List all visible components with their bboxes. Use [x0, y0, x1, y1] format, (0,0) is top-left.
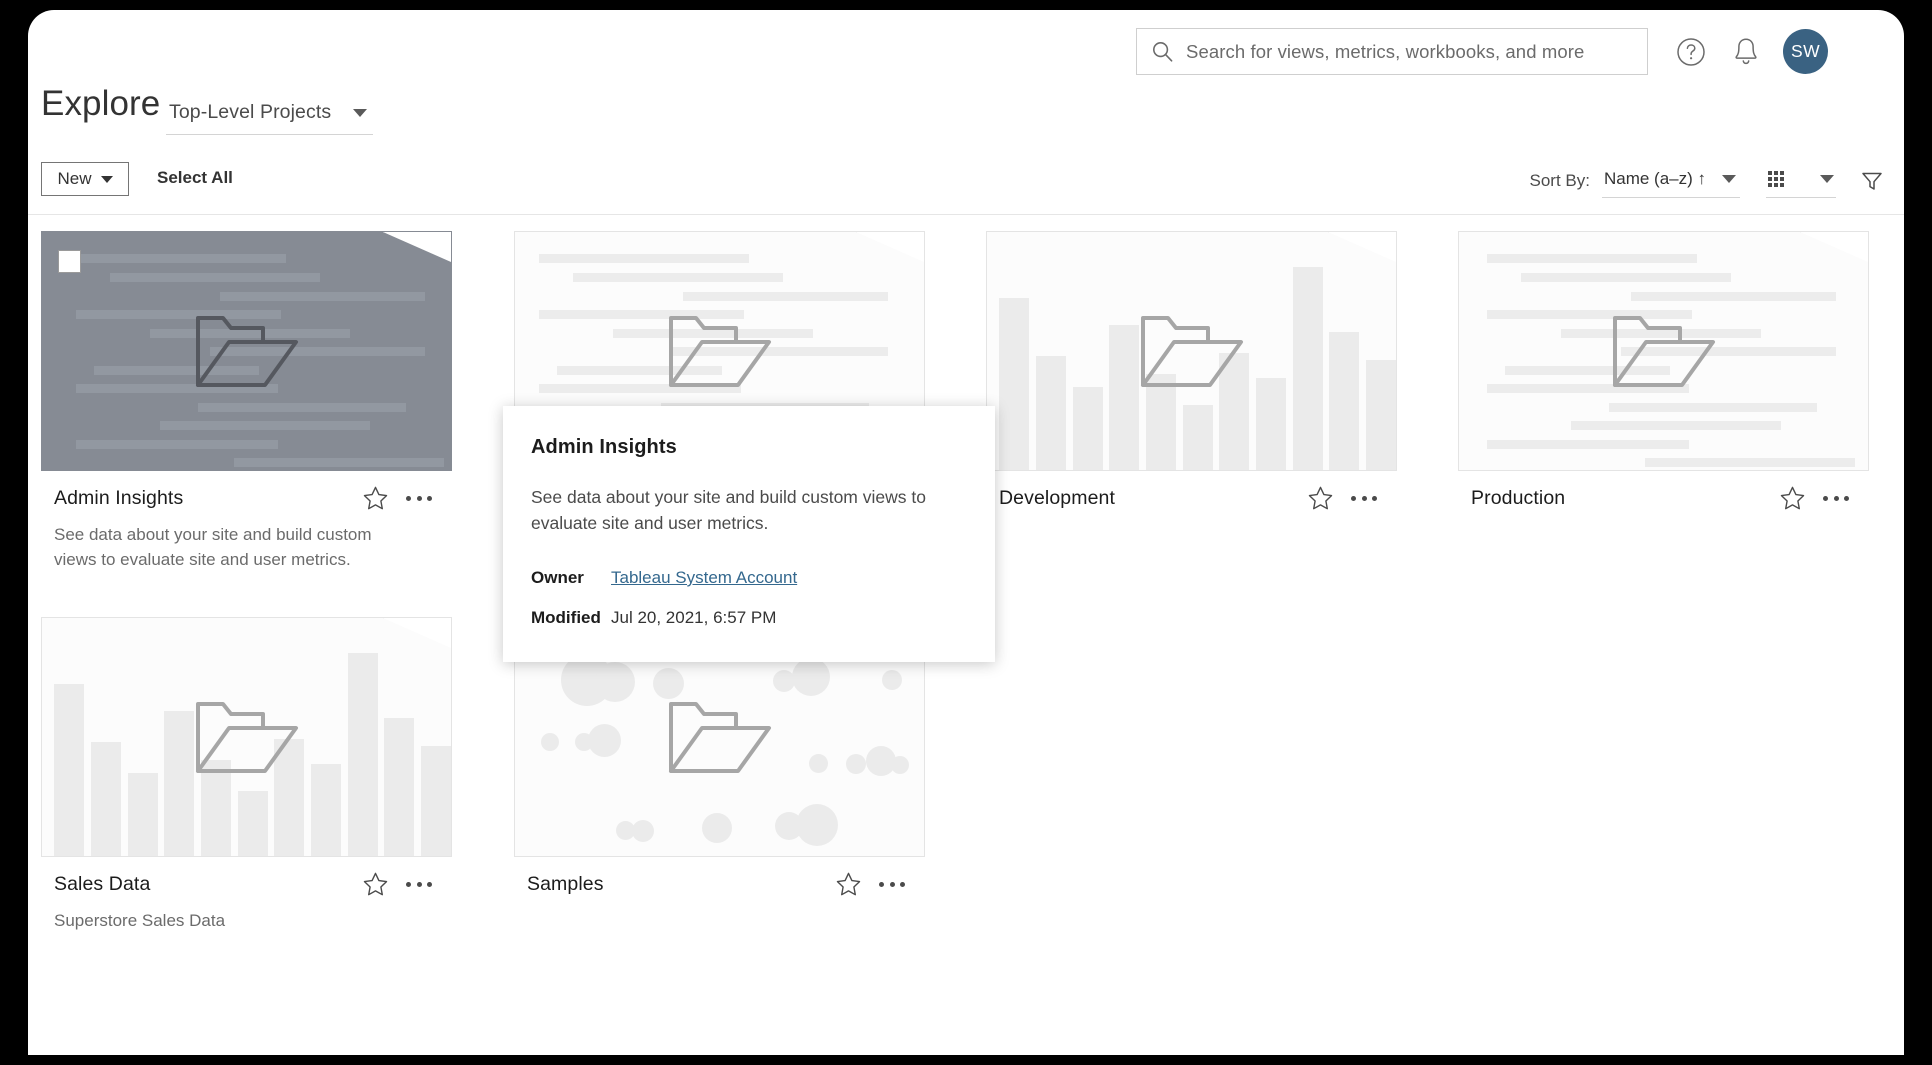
popover-owner-link[interactable]: Tableau System Account — [611, 568, 797, 588]
card-thumbnail[interactable] — [41, 231, 452, 471]
project-card-development[interactable]: Development — [986, 231, 1397, 589]
popover-modified-label: Modified — [531, 608, 601, 627]
project-card-samples[interactable]: Samples — [514, 617, 925, 975]
card-select-checkbox[interactable] — [58, 250, 81, 273]
project-scope-dropdown[interactable]: Top-Level Projects — [166, 97, 374, 135]
project-scope-label: Top-Level Projects — [169, 101, 332, 123]
new-button[interactable]: New — [41, 162, 129, 196]
card-thumbnail[interactable] — [41, 617, 452, 857]
page-header: Explore Top-Level Projects — [28, 84, 1904, 156]
chevron-down-icon — [1722, 174, 1736, 183]
card-title[interactable]: Development — [999, 487, 1115, 510]
favorite-star-icon[interactable] — [1779, 485, 1806, 512]
card-title[interactable]: Samples — [527, 873, 604, 896]
view-mode-dropdown[interactable] — [1766, 165, 1836, 198]
favorite-star-icon[interactable] — [362, 871, 389, 898]
card-title[interactable]: Production — [1471, 487, 1565, 510]
card-title[interactable]: Sales Data — [54, 873, 150, 896]
favorite-star-icon[interactable] — [835, 871, 862, 898]
sort-by-value: Name (a–z) ↑ — [1603, 168, 1706, 188]
browser-window: Search for views, metrics, workbooks, an… — [28, 10, 1904, 1055]
folder-open-icon — [193, 698, 301, 776]
folder-open-icon — [666, 698, 774, 776]
folder-open-icon — [1610, 312, 1718, 390]
page-title: Explore — [41, 84, 161, 123]
folder-open-icon — [193, 312, 301, 390]
filter-icon[interactable] — [1860, 169, 1884, 193]
card-meta: Admin Insights See data about your site … — [41, 471, 452, 589]
project-card-production[interactable]: Production — [1458, 231, 1869, 589]
bell-icon[interactable] — [1731, 36, 1761, 68]
card-meta: Development — [986, 471, 1397, 589]
select-all-button[interactable]: Select All — [157, 168, 233, 188]
more-actions-icon[interactable] — [406, 873, 432, 895]
avatar-initials: SW — [1791, 41, 1820, 61]
card-description: Superstore Sales Data — [54, 911, 226, 930]
card-meta: Production — [1458, 471, 1869, 589]
card-meta: Sales Data Superstore Sales Data — [41, 857, 452, 975]
popover-owner-label: Owner — [531, 568, 584, 587]
card-thumbnail[interactable] — [1458, 231, 1869, 471]
grid-view-icon — [1768, 170, 1784, 187]
card-description: See data about your site and build custo… — [54, 525, 372, 569]
card-title[interactable]: Admin Insights — [54, 487, 183, 510]
popover-owner-row: Owner Tableau System Account — [531, 568, 965, 588]
favorite-star-icon[interactable] — [362, 485, 389, 512]
content-toolbar: New Select All Sort By: Name (a–z) ↑ — [28, 158, 1904, 214]
folder-open-icon — [666, 312, 774, 390]
sort-controls: Sort By: Name (a–z) ↑ — [1530, 162, 1885, 200]
more-actions-icon[interactable] — [879, 873, 905, 895]
top-bar: Search for views, metrics, workbooks, an… — [28, 10, 1904, 78]
question-circle-icon[interactable] — [1676, 37, 1706, 67]
new-button-label: New — [57, 169, 92, 188]
more-actions-icon[interactable] — [1823, 487, 1849, 509]
sort-by-label: Sort By: — [1529, 171, 1590, 190]
avatar[interactable]: SW — [1783, 29, 1828, 74]
search-placeholder-text: Search for views, metrics, workbooks, an… — [1186, 40, 1585, 62]
sort-by-dropdown[interactable]: Name (a–z) ↑ — [1601, 165, 1740, 198]
project-card-sales-data[interactable]: Sales Data Superstore Sales Data — [41, 617, 452, 975]
more-actions-icon[interactable] — [406, 487, 432, 509]
popover-description: See data about your site and build custo… — [531, 487, 926, 533]
popover-modified-value: Jul 20, 2021, 6:57 PM — [611, 608, 777, 627]
chevron-down-icon — [353, 108, 368, 117]
popover-modified-row: Modified Jul 20, 2021, 6:57 PM — [531, 608, 965, 628]
card-meta: Samples — [514, 857, 925, 975]
chevron-down-icon — [100, 175, 113, 183]
card-thumbnail[interactable] — [986, 231, 1397, 471]
favorite-star-icon[interactable] — [1307, 485, 1334, 512]
search-icon — [1152, 41, 1173, 62]
more-actions-icon[interactable] — [1351, 487, 1377, 509]
popover-title: Admin Insights — [531, 436, 677, 458]
project-details-popover: Admin Insights See data about your site … — [503, 406, 995, 662]
project-card-admin-insights[interactable]: Admin Insights See data about your site … — [41, 231, 452, 589]
search-input[interactable]: Search for views, metrics, workbooks, an… — [1136, 28, 1648, 75]
chevron-down-icon — [1820, 174, 1834, 183]
folder-open-icon — [1138, 312, 1246, 390]
